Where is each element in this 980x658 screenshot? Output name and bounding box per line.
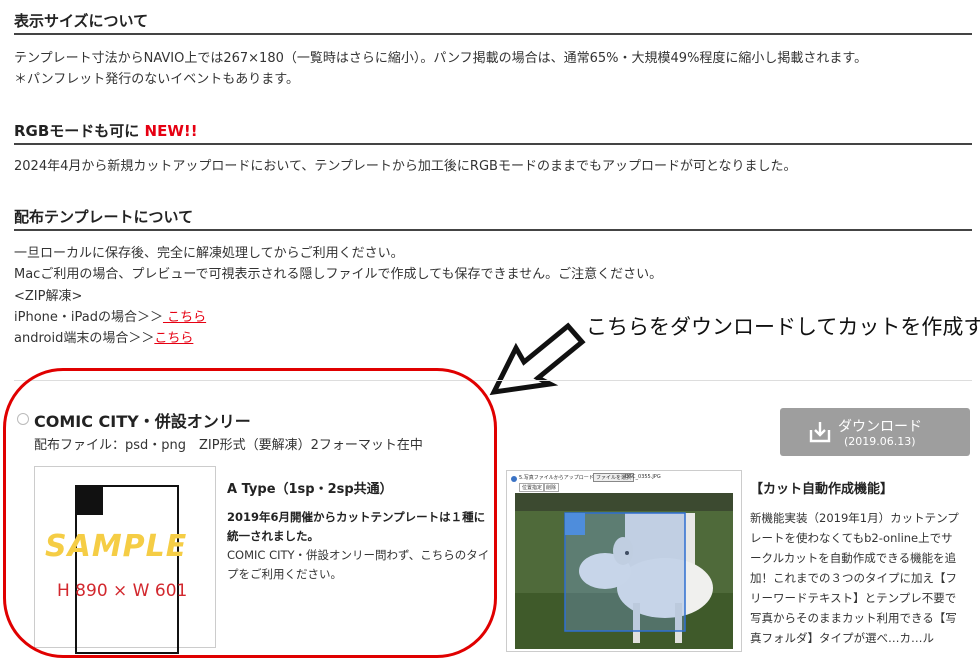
- auto-cut-description: 新機能実装（2019年1月）カットテンプ レートを使わなくてもb2-online…: [750, 508, 976, 648]
- shot-tab-delete: 削除: [543, 483, 560, 492]
- size-text-1: テンプレート寸法からNAVIO上では267×180（一覧時はさらに縮小）。パンフ…: [14, 51, 868, 66]
- zip-heading: <ZIP解凍>: [14, 289, 83, 304]
- highlight-circle: [3, 368, 497, 658]
- iphone-link[interactable]: こちら: [163, 310, 206, 325]
- section-heading-rgb: RGBモードも可に NEW!!: [14, 120, 198, 141]
- section-heading-display-size: 表示サイズについて: [14, 12, 149, 30]
- android-link[interactable]: こちら: [154, 331, 193, 346]
- rgb-text-1: 2024年4月から新規カットアップロードにおいて、テンプレートから加工後にRGB…: [14, 159, 797, 174]
- rgb-heading-text: RGBモードも可に: [14, 122, 140, 140]
- goat-photo: [515, 493, 733, 649]
- annotation-arrow-icon: [489, 322, 586, 396]
- template-text-2: Macご利用の場合、プレビューで可視表示される隠しファイルで作成しても保存できま…: [14, 267, 663, 282]
- android-row: android端末の場合＞＞こちら: [14, 328, 193, 349]
- template-text-1: 一旦ローカルに保存後、完全に解凍処理してからご利用ください。: [14, 246, 404, 261]
- iphone-row: iPhone・iPadの場合＞＞ こちら: [14, 307, 206, 328]
- iphone-label: iPhone・iPadの場合＞＞: [14, 310, 163, 325]
- android-label: android端末の場合＞＞: [14, 331, 155, 346]
- download-icon: [809, 422, 831, 443]
- section-divider: [14, 229, 972, 231]
- section-heading-template: 配布テンプレートについて: [14, 208, 194, 226]
- new-badge: NEW!!: [144, 122, 198, 140]
- section-divider: [14, 33, 972, 35]
- shot-filename: DSC_0355.JPG: [625, 474, 661, 480]
- download-button[interactable]: ダウンロード (2019.06.13): [780, 408, 970, 456]
- auto-cut-line: 加！これまでの３つのタイプに加え【フ: [750, 571, 957, 585]
- auto-cut-title: 【カット自動作成機能】: [750, 482, 894, 497]
- auto-cut-line: 真フォルダ】タイプが選べ…カ…ル: [750, 631, 934, 645]
- auto-cut-screenshot: 5.写真ファイルからアップロードする ファイルを選択 DSC_0355.JPG …: [506, 470, 742, 652]
- auto-cut-line: レートを使わなくてもb2-online上でサ: [750, 531, 953, 545]
- step-dot-icon: [511, 476, 517, 482]
- download-label: ダウンロード: [838, 419, 922, 435]
- auto-cut-line: 写真からそのままカット利用できる【写: [750, 611, 957, 625]
- section-divider: [14, 143, 972, 145]
- shot-tab-position: 位置指定: [519, 483, 546, 492]
- annotation-text: こちらをダウンロードしてカットを作成する: [586, 315, 980, 339]
- auto-cut-line: ークルカットを自動作成できる機能を追: [750, 551, 957, 565]
- size-text-2: ＊パンフレット発行のないイベントもあります。: [14, 72, 299, 87]
- auto-cut-line: リーワードテキスト】とテンプレ不要で: [750, 591, 957, 605]
- download-date: (2019.06.13): [844, 435, 916, 448]
- shot-caption: 5.写真ファイルからアップロードする: [519, 475, 604, 481]
- auto-cut-line: 新機能実装（2019年1月）カットテンプ: [750, 511, 959, 525]
